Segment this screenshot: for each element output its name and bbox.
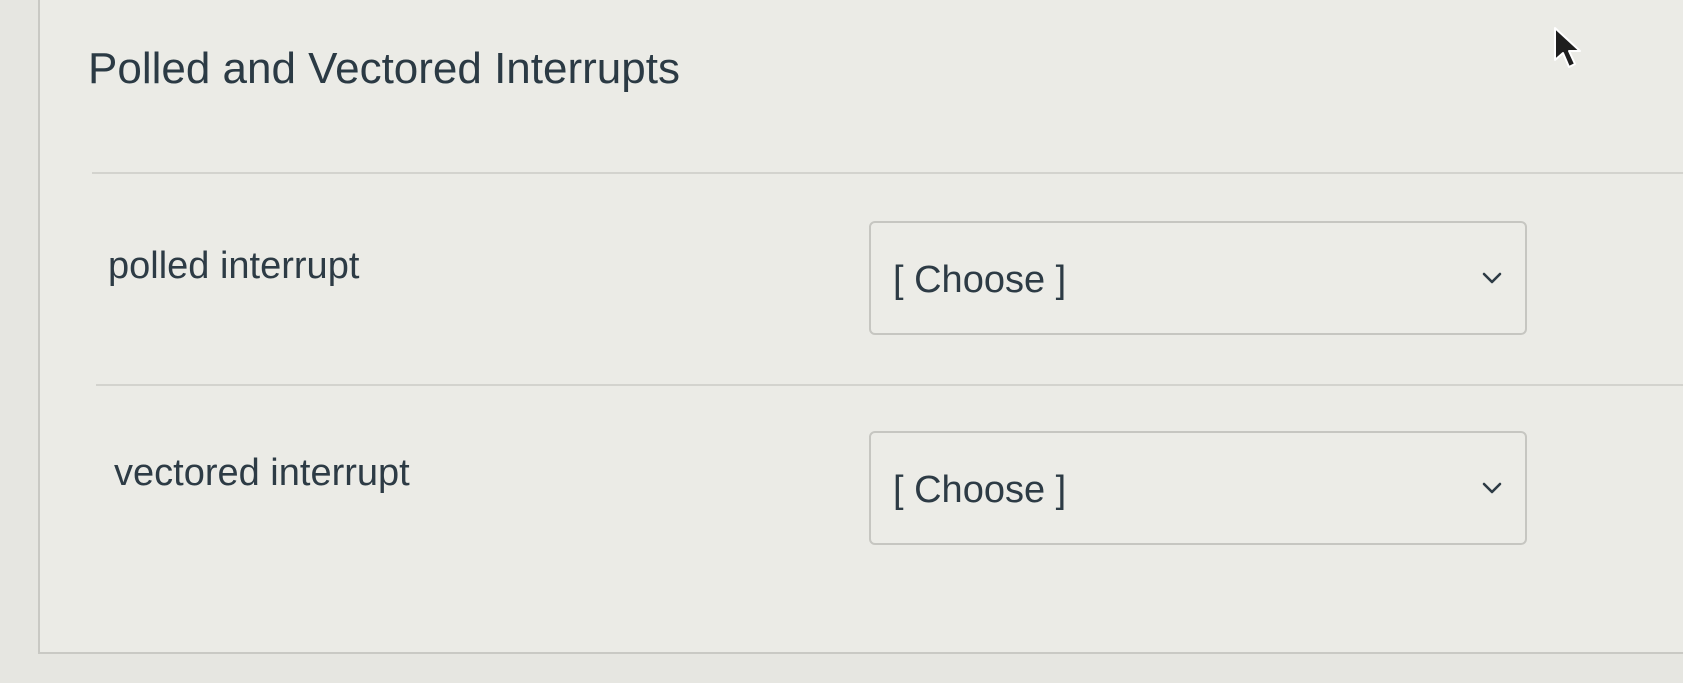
answer-select-polled-interrupt[interactable]: [ Choose ] — [869, 221, 1527, 335]
question-title: Polled and Vectored Interrupts — [88, 44, 680, 93]
select-value: [ Choose ] — [893, 469, 1067, 511]
mouse-cursor-icon — [1554, 27, 1581, 68]
match-label-vectored-interrupt: vectored interrupt — [114, 452, 410, 494]
match-label-polled-interrupt: polled interrupt — [108, 245, 360, 287]
chevron-down-icon — [1482, 482, 1502, 494]
answer-select-vectored-interrupt[interactable]: [ Choose ] — [869, 431, 1527, 545]
divider — [92, 172, 1683, 174]
chevron-down-icon — [1482, 272, 1502, 284]
divider — [96, 384, 1683, 386]
select-value: [ Choose ] — [893, 259, 1067, 301]
